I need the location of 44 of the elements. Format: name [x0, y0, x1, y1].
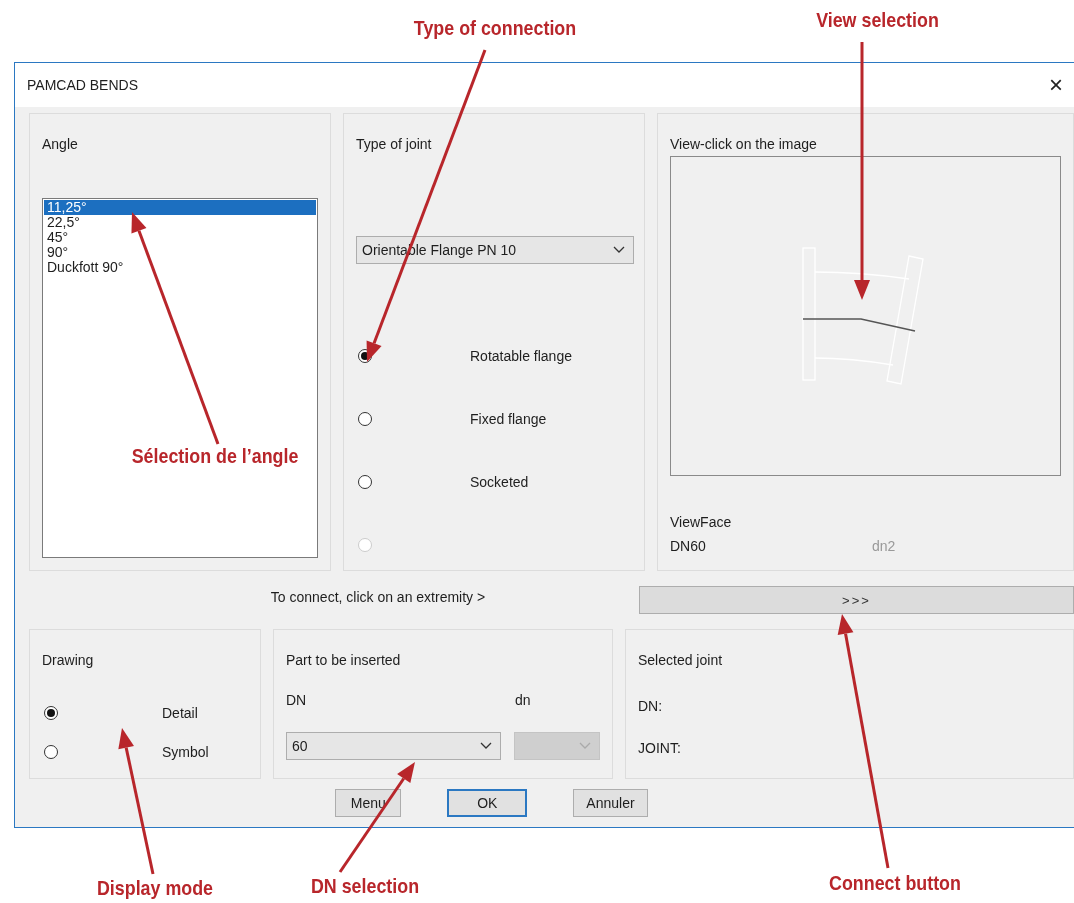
- dn-dropdown[interactable]: 60: [286, 732, 501, 760]
- dialog-button[interactable]: Annuler: [573, 789, 648, 817]
- chevron-icon: [479, 742, 492, 750]
- panel-title: Selected joint: [638, 652, 723, 668]
- annotation-label: Type of connection: [412, 16, 578, 40]
- radio-button[interactable]: [44, 745, 58, 759]
- radio-button[interactable]: [44, 706, 58, 720]
- window-title: PAMCAD BENDS: [27, 77, 138, 93]
- view-face-label: ViewFace: [670, 514, 732, 530]
- list-item[interactable]: 45°: [44, 230, 316, 245]
- panel-title: Type of joint: [356, 136, 432, 152]
- annotation-label: Sélection de l’angle: [130, 444, 300, 468]
- panel-title: View-click on the image: [670, 136, 817, 152]
- list-item[interactable]: 22,5°: [44, 215, 316, 230]
- radio-label: Detail: [162, 705, 198, 721]
- radio-label: Rotatable flange: [470, 348, 572, 364]
- list-item[interactable]: 90°: [44, 245, 316, 260]
- annotation-label: DN selection: [309, 874, 421, 898]
- radio-button[interactable]: [358, 412, 372, 426]
- list-item[interactable]: 11,25°: [44, 200, 316, 215]
- connect-hint: To connect, click on an extremity >: [269, 589, 487, 605]
- list-item[interactable]: Duckfott 90°: [44, 260, 316, 275]
- radio-label: Socketed: [470, 474, 529, 490]
- chevron-icon: [579, 742, 591, 750]
- dn-label: dn: [515, 692, 531, 708]
- radio-label: Symbol: [162, 744, 209, 760]
- radio-label: Fixed flange: [470, 411, 547, 427]
- chevron-icon: [613, 246, 625, 254]
- panel-title: Part to be inserted: [286, 652, 401, 668]
- annotation-label: Connect button: [828, 871, 962, 895]
- dn-label: DN: [286, 692, 307, 708]
- dn2-value: dn2: [872, 538, 896, 554]
- dialog-button[interactable]: OK: [447, 789, 528, 817]
- annotation-label: View selection: [815, 8, 940, 32]
- connect-button[interactable]: >>>: [639, 586, 1074, 614]
- panel-title: Angle: [42, 136, 78, 152]
- dialog-button[interactable]: Menu: [335, 789, 402, 817]
- panel-title: Drawing: [42, 652, 94, 668]
- close-button[interactable]: ×: [1036, 71, 1074, 99]
- field-label: JOINT:: [638, 740, 682, 756]
- radio-button[interactable]: [358, 475, 372, 489]
- field-label: DN:: [638, 698, 664, 714]
- dn-value: DN60: [670, 538, 707, 554]
- annotation-label: Display mode: [95, 876, 215, 900]
